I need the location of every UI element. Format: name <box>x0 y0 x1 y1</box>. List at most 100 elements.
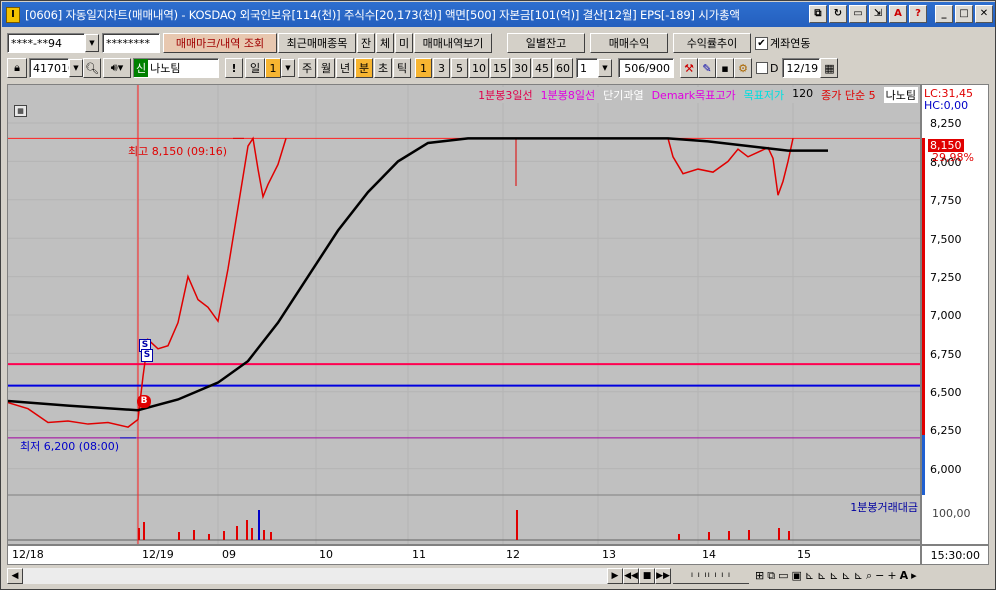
scroll-track[interactable] <box>23 568 607 584</box>
interval-45-button[interactable]: 45 <box>532 58 552 78</box>
rewind-icon[interactable]: ◀◀ <box>623 568 639 584</box>
link-icon[interactable]: ⧉ <box>809 5 827 23</box>
legend-item[interactable]: 나노팀 <box>883 87 918 103</box>
high-annotation: 최고 8,150 (09:16) <box>128 145 228 158</box>
legend-item[interactable]: 1분봉8일선 <box>541 87 595 103</box>
indicator-icon[interactable]: ⚒ <box>680 58 698 78</box>
account-input[interactable]: ****-**94 <box>7 33 85 53</box>
period-3-button[interactable]: 분 <box>355 58 373 78</box>
zoom-icon[interactable]: ⌕ <box>866 569 872 583</box>
trade-history-button[interactable]: 매매내역보기 <box>414 33 492 53</box>
legend-item[interactable]: 120 <box>792 87 813 103</box>
password-input[interactable]: ******** <box>102 33 160 53</box>
interval-15-button[interactable]: 15 <box>490 58 510 78</box>
d-label: D <box>770 61 779 75</box>
refresh-icon[interactable]: ↻ <box>829 5 847 23</box>
daily-balance-button[interactable]: 일별잔고 <box>507 33 585 53</box>
period-day-count[interactable]: 1 <box>265 58 281 78</box>
scroll-left-arrow[interactable]: ◀ <box>7 568 23 584</box>
sound-icon[interactable]: 🔊︎▾ <box>103 58 131 78</box>
unfilled-button[interactable]: 미 <box>395 33 413 53</box>
settings-icon[interactable]: ⚙ <box>734 58 752 78</box>
volume-bar <box>138 528 140 540</box>
price-axis: LC:31,45 HC:0,00 8,250 8,000 7,750 7,500 7,2… <box>921 84 989 545</box>
interval-60-button[interactable]: 60 <box>553 58 573 78</box>
alert-button[interactable]: ! <box>225 58 243 78</box>
chart-area[interactable]: 1분봉3일선 1분봉8일선 단기과열 Demark목표고가 목표저가 120 종가 단순 5… <box>7 84 921 545</box>
help-icon[interactable]: ? <box>909 5 927 23</box>
date-input[interactable]: 12/19 <box>782 58 821 78</box>
legend-item[interactable]: 종가 단순 5 <box>821 87 875 103</box>
period-day-button[interactable]: 일 <box>245 58 265 78</box>
legend-item[interactable]: 단기과열 <box>603 87 643 103</box>
d-checkbox[interactable] <box>756 62 768 74</box>
frame-icon[interactable]: ▣ <box>791 569 801 583</box>
period-0-button[interactable]: 주 <box>298 58 316 78</box>
font-size-icon[interactable]: A <box>900 569 909 583</box>
buy-mark[interactable]: B <box>137 395 151 408</box>
maximize-button[interactable]: □ <box>955 5 973 23</box>
count-dropdown[interactable]: ▼ <box>598 59 612 77</box>
executed-button[interactable]: 체 <box>376 33 394 53</box>
title-bar[interactable]: I [0606] 자동일지차트(매매내역) - KOSDAQ 외국인보유[114… <box>2 2 995 27</box>
profit-rate-button[interactable]: 수익률추이 <box>673 33 751 53</box>
plus-icon[interactable]: + <box>887 569 896 583</box>
period-4-button[interactable]: 초 <box>374 58 392 78</box>
split-icon[interactable]: ▭ <box>778 569 788 583</box>
trade-mark-query-button[interactable]: 매매마크/내역 조회 <box>163 33 277 53</box>
zoom-slider[interactable]: ı ı ıı ı ı ı <box>673 568 749 584</box>
interval-3-button[interactable]: 3 <box>433 58 450 78</box>
grid-icon[interactable]: ▦ <box>14 105 27 117</box>
range-input[interactable]: 506/900 <box>618 58 674 78</box>
code-dropdown[interactable]: ▼ <box>69 59 83 77</box>
price-tick-label: 7,000 <box>930 309 962 322</box>
stop-icon[interactable]: ■ <box>639 568 655 584</box>
tool-c-icon[interactable]: ⊾ <box>829 569 838 583</box>
time-tick-label: 12/18 <box>12 548 44 561</box>
interval-5-button[interactable]: 5 <box>451 58 468 78</box>
bottom-scrollbar[interactable]: ◀ ▶ ◀◀ ■ ▶▶ ı ı ıı ı ı ı ⊞ ⧉ ▭ ▣ ⊾ ⊾ ⊾ ⊾… <box>7 567 989 585</box>
sell-mark[interactable]: S <box>141 349 153 362</box>
day-count-dropdown[interactable]: ▼ <box>281 59 295 77</box>
interval-10-button[interactable]: 10 <box>469 58 489 78</box>
calendar-icon[interactable]: ▦ <box>820 58 839 78</box>
stock-code-input[interactable]: 417010 <box>29 58 75 78</box>
time-tick-label: 12 <box>506 548 520 561</box>
period-1-button[interactable]: 월 <box>317 58 335 78</box>
balance-button[interactable]: 잔 <box>357 33 375 53</box>
pin-icon[interactable]: ⇲ <box>869 5 887 23</box>
window-icon[interactable]: ▭ <box>849 5 867 23</box>
recent-trades-button[interactable]: 최근매매종목 <box>278 33 356 53</box>
legend-item[interactable]: 1분봉3일선 <box>478 87 532 103</box>
legend-item[interactable]: 목표저가 <box>744 87 784 103</box>
tool-a-icon[interactable]: ⊾ <box>805 569 814 583</box>
chart-tool-icon[interactable]: ✎ <box>698 58 716 78</box>
price-line <box>8 136 287 428</box>
count-input[interactable]: 1 <box>576 58 598 78</box>
tool-e-icon[interactable]: ⊾ <box>854 569 863 583</box>
font-icon[interactable]: A <box>889 5 907 23</box>
scroll-right-arrow[interactable]: ▶ <box>607 568 623 584</box>
tool-d-icon[interactable]: ⊾ <box>842 569 851 583</box>
period-2-button[interactable]: 년 <box>336 58 354 78</box>
window-title: [0606] 자동일지차트(매매내역) - KOSDAQ 외국인보유[114(천… <box>25 7 740 22</box>
minus-icon[interactable]: − <box>875 569 884 583</box>
save-icon[interactable]: ▪ <box>716 58 734 78</box>
scroll-right-small-icon[interactable]: ▸ <box>911 569 917 583</box>
trade-profit-button[interactable]: 매매수익 <box>590 33 668 53</box>
search-icon[interactable]: 🔍︎ <box>83 58 101 78</box>
copy-icon[interactable]: ⧉ <box>767 569 775 583</box>
minimize-button[interactable]: _ <box>935 5 953 23</box>
interval-30-button[interactable]: 30 <box>511 58 531 78</box>
account-link-checkbox[interactable]: ✔ 계좌연동 <box>755 35 810 51</box>
layout-icon[interactable]: ⊞ <box>755 569 764 583</box>
period-5-button[interactable]: 틱 <box>393 58 411 78</box>
tool-b-icon[interactable]: ⊾ <box>817 569 826 583</box>
interval-1-button[interactable]: 1 <box>415 58 432 78</box>
lock-icon[interactable]: 🔒︎ <box>7 58 27 78</box>
stock-name-field[interactable]: 신 나노팀 <box>133 58 219 78</box>
forward-icon[interactable]: ▶▶ <box>655 568 671 584</box>
close-button[interactable]: ✕ <box>975 5 993 23</box>
account-dropdown[interactable]: ▼ <box>85 34 99 52</box>
legend-item[interactable]: Demark목표고가 <box>652 87 736 103</box>
